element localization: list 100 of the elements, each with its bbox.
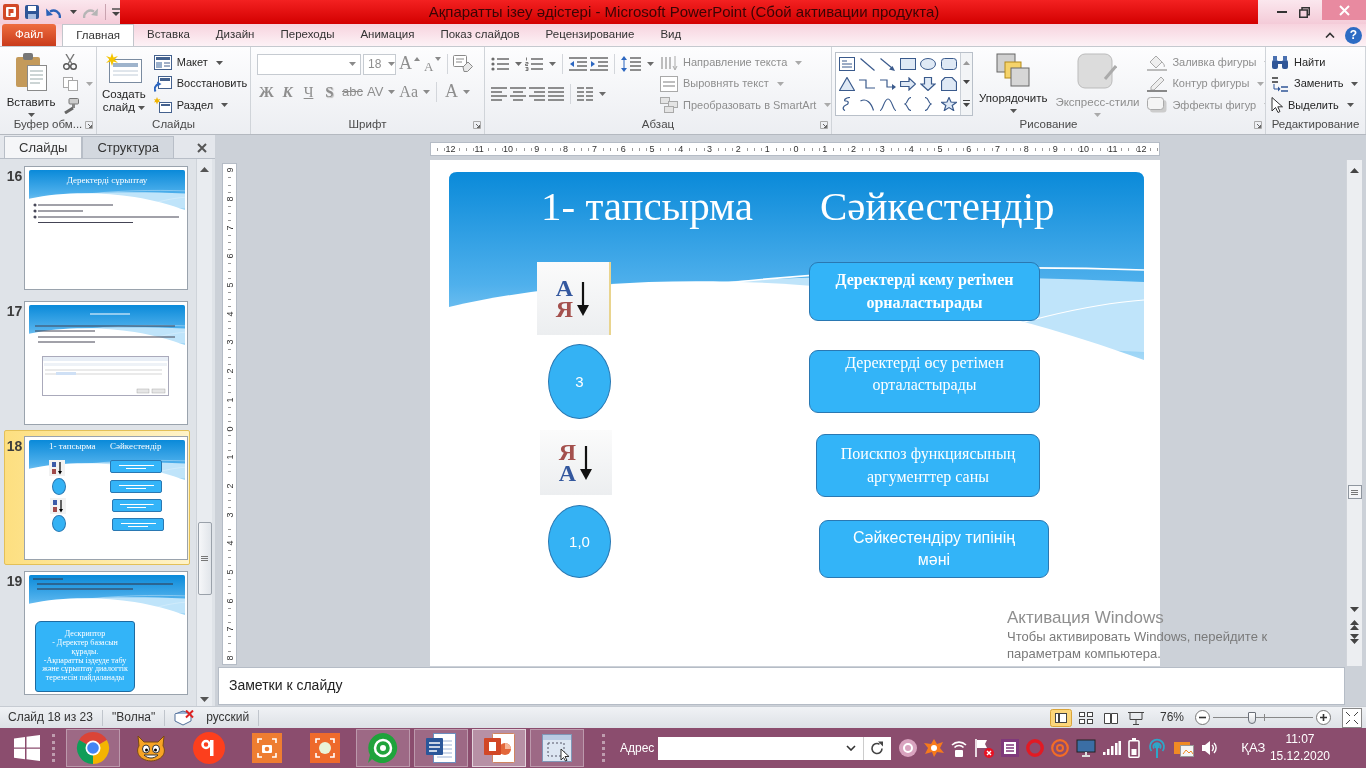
panel-tab[interactable]: Слайды	[4, 136, 83, 158]
ribbon-tab[interactable]: Главная	[62, 24, 135, 46]
caret-icon[interactable]	[549, 62, 556, 66]
save-icon[interactable]	[25, 5, 39, 19]
camera-icon[interactable]	[252, 733, 282, 763]
slide-thumbnail[interactable]	[24, 301, 188, 425]
caret-icon[interactable]	[215, 60, 223, 65]
rectangle-icon[interactable]	[900, 58, 917, 70]
spell-check-icon[interactable]	[174, 709, 195, 726]
scrollbar-thumb[interactable]	[1347, 485, 1362, 499]
columns-icon[interactable]	[577, 87, 593, 101]
help-button[interactable]: ?	[1345, 26, 1362, 44]
ribbon-tab[interactable]: Дизайн	[202, 24, 268, 46]
align-center-icon[interactable]	[510, 87, 526, 101]
zoom-level[interactable]: 76%	[1159, 710, 1184, 725]
star-icon[interactable]	[940, 97, 957, 111]
left-brace-icon[interactable]	[904, 97, 913, 111]
splat-icon[interactable]	[924, 739, 945, 757]
round-badge-icon[interactable]	[899, 739, 918, 757]
caret-icon[interactable]	[1009, 109, 1017, 113]
collapse-ribbon-icon[interactable]	[1325, 32, 1335, 38]
oval-icon[interactable]	[920, 58, 937, 70]
caret-icon[interactable]	[515, 62, 522, 66]
ribbon-tab[interactable]: Рецензирование	[532, 24, 648, 46]
taskbar-button[interactable]	[414, 729, 468, 767]
caret-icon[interactable]	[70, 10, 77, 14]
signal-icon[interactable]	[1103, 741, 1122, 755]
caret-icon[interactable]	[27, 113, 35, 117]
caret-icon[interactable]	[1346, 103, 1354, 108]
paste-button[interactable]: Вставить	[3, 50, 59, 116]
dialog-launcher-icon[interactable]	[85, 121, 93, 129]
monitor-icon[interactable]	[1076, 739, 1097, 757]
scroll-up-icon[interactable]	[1350, 168, 1359, 173]
dialog-launcher-icon[interactable]	[820, 121, 828, 129]
scissors-icon[interactable]	[63, 54, 77, 70]
panel-tab[interactable]: Структура	[82, 136, 175, 158]
dropdown-icon[interactable]	[846, 745, 857, 751]
arrow-line-icon[interactable]	[880, 57, 896, 71]
next-slide-icon[interactable]	[1350, 634, 1359, 644]
arc-icon[interactable]	[860, 97, 875, 111]
reset-button[interactable]: Восстановить	[151, 73, 250, 95]
refresh-icon[interactable]	[863, 736, 892, 760]
wifi-lock-icon[interactable]	[951, 739, 968, 757]
ribbon-tab[interactable]: Вид	[647, 24, 695, 46]
flag-error-icon[interactable]	[974, 738, 995, 758]
ribbon-tab[interactable]: Переходы	[267, 24, 348, 46]
gallery-more-icon[interactable]	[963, 100, 970, 108]
ribbon-tab[interactable]: Вставка	[134, 24, 203, 46]
right-arrow-icon[interactable]	[900, 77, 917, 91]
select-button[interactable]: Выделить	[1269, 94, 1361, 116]
line-spacing-icon[interactable]	[621, 56, 641, 72]
record-icon[interactable]	[310, 733, 340, 763]
numbering-icon[interactable]	[525, 57, 543, 71]
gallery-up-icon[interactable]	[963, 60, 970, 65]
customize-toolbar-icon[interactable]	[112, 8, 120, 16]
battery-icon[interactable]	[1128, 738, 1141, 758]
circle-logo-icon[interactable]	[193, 732, 225, 764]
taskbar-button[interactable]	[530, 729, 584, 767]
justify-icon[interactable]	[548, 87, 564, 101]
selection-highlight[interactable]: 18 1- тапсырма Сәйкестендір	[4, 430, 190, 565]
scroll-up-icon[interactable]	[200, 167, 209, 172]
textbox-icon[interactable]	[839, 57, 856, 71]
rounded-rectangle-icon[interactable]	[940, 58, 957, 70]
find-button[interactable]: Найти	[1269, 52, 1361, 74]
scroll-down-icon[interactable]	[1350, 607, 1359, 612]
increase-indent-icon[interactable]	[590, 57, 608, 71]
speaker-icon[interactable]	[1201, 740, 1218, 756]
replace-button[interactable]: Заменить	[1269, 73, 1361, 95]
file-tab[interactable]: Файл	[2, 24, 57, 46]
triangle-icon[interactable]	[839, 77, 856, 91]
photo-icon[interactable]	[1174, 739, 1195, 757]
line-icon[interactable]	[860, 57, 875, 71]
dialog-launcher-icon[interactable]	[473, 121, 481, 129]
flowchart-shape-icon[interactable]	[940, 77, 957, 91]
bullets-icon[interactable]	[491, 57, 509, 71]
caret-icon[interactable]	[1351, 82, 1359, 86]
caret-icon[interactable]	[599, 92, 606, 96]
decrease-indent-icon[interactable]	[569, 57, 587, 71]
layout-button[interactable]: Макет	[151, 52, 250, 74]
format-painter-icon[interactable]	[63, 98, 79, 114]
align-left-icon[interactable]	[491, 87, 507, 101]
gallery-down-icon[interactable]	[963, 80, 970, 85]
taskbar-button[interactable]	[66, 729, 120, 767]
section-button[interactable]: Раздел	[151, 94, 250, 116]
taskbar-button[interactable]	[356, 729, 410, 767]
notebook-icon[interactable]	[1001, 739, 1020, 757]
slider-thumb[interactable]	[1248, 711, 1256, 724]
scroll-down-icon[interactable]	[200, 697, 209, 702]
down-arrow-icon[interactable]	[920, 77, 937, 91]
elbow-arrow-icon[interactable]	[879, 78, 896, 90]
clear-formatting-icon[interactable]	[453, 55, 474, 73]
dialog-launcher-icon[interactable]	[1254, 121, 1262, 129]
clock-date[interactable]: 15.12.2020	[1269, 748, 1330, 765]
cat-icon[interactable]	[134, 733, 168, 763]
keyboard-language[interactable]: ҚАЗ	[1241, 740, 1266, 756]
align-right-icon[interactable]	[529, 87, 545, 101]
caret-icon[interactable]	[221, 103, 229, 108]
notes-field[interactable]: Заметки к слайду	[218, 667, 1345, 705]
caret-icon[interactable]	[137, 105, 145, 110]
caret-icon[interactable]	[647, 62, 654, 66]
